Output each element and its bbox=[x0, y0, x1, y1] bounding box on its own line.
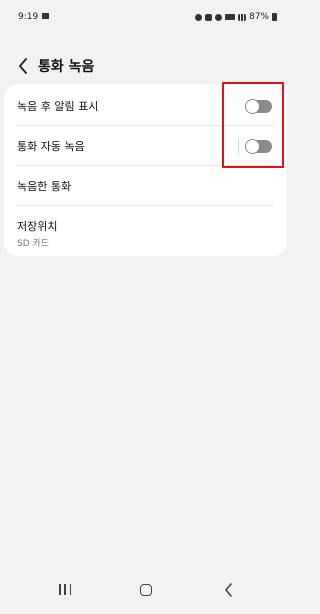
setting-sublabel: SD 카드 bbox=[17, 239, 50, 249]
status-icons: 87% bbox=[194, 12, 277, 22]
highlight-annotation-box bbox=[222, 82, 284, 168]
setting-label: 녹음한 통화 bbox=[17, 180, 72, 193]
gallery-notification-icon bbox=[42, 13, 49, 19]
back-button[interactable] bbox=[14, 54, 32, 78]
recents-icon bbox=[59, 584, 61, 595]
status-bar: 9:19 87% bbox=[0, 0, 291, 36]
recents-button[interactable] bbox=[59, 584, 71, 596]
wifi-icon bbox=[214, 13, 222, 21]
hd-voice-icon bbox=[224, 14, 235, 20]
chevron-left-icon bbox=[19, 58, 27, 74]
battery-icon bbox=[272, 13, 277, 21]
setting-label: 녹음 후 알림 표시 bbox=[17, 100, 99, 113]
setting-row-recorded-calls[interactable]: 녹음한 통화 bbox=[4, 166, 287, 206]
nav-back-button[interactable] bbox=[222, 582, 236, 598]
status-time: 9:19 bbox=[18, 12, 39, 22]
battery-percent: 87% bbox=[248, 12, 269, 22]
signal-icon bbox=[237, 13, 246, 21]
setting-label: 저장위치 bbox=[17, 220, 58, 233]
alarm-icon bbox=[194, 13, 202, 21]
setting-label: 통화 자동 녹음 bbox=[17, 140, 85, 153]
navigation-bar bbox=[0, 570, 291, 614]
home-button[interactable] bbox=[140, 584, 152, 596]
setting-row-storage-location[interactable]: 저장위치 SD 카드 bbox=[4, 206, 287, 254]
mute-icon bbox=[204, 13, 212, 21]
page-title: 통화 녹음 bbox=[38, 59, 95, 75]
nav-back-icon bbox=[225, 583, 232, 597]
title-bar: 통화 녹음 bbox=[0, 52, 291, 80]
